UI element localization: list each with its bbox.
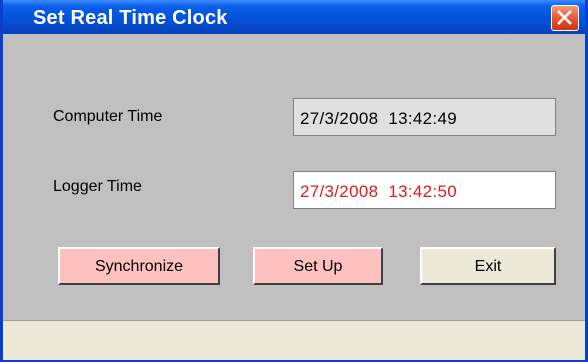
logger-time-input[interactable]: 27/3/2008 13:42:50 xyxy=(293,171,556,209)
setup-button[interactable]: Set Up xyxy=(253,247,383,285)
title-bar[interactable]: Set Real Time Clock xyxy=(3,0,585,34)
synchronize-button[interactable]: Synchronize xyxy=(58,247,220,285)
status-bar xyxy=(3,320,585,360)
exit-button[interactable]: Exit xyxy=(420,247,556,285)
computer-time-field: 27/3/2008 13:42:49 xyxy=(293,98,556,136)
close-x-icon xyxy=(557,10,572,25)
logger-time-label: Logger Time xyxy=(53,178,142,195)
window-title: Set Real Time Clock xyxy=(33,7,228,29)
dialog-window: Set Real Time Clock Computer Time 27/3/2… xyxy=(0,0,588,362)
computer-time-label: Computer Time xyxy=(53,108,163,125)
close-button[interactable] xyxy=(551,5,579,31)
